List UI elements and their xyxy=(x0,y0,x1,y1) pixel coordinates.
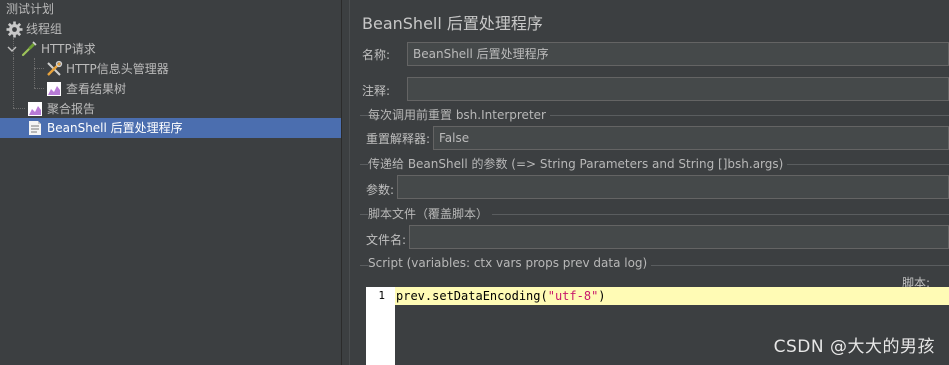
comment-label: 注释: xyxy=(362,84,391,98)
reset-interpreter-group-title: 每次调用前重置 bsh.Interpreter xyxy=(368,106,550,123)
code-text: ) xyxy=(598,289,606,303)
tree-item-header-manager[interactable]: HTTP信息头管理器 xyxy=(0,59,341,79)
tree-item-label: HTTP信息头管理器 xyxy=(66,62,169,76)
name-field[interactable]: BeanShell 后置处理程序 xyxy=(407,42,949,66)
comment-field[interactable] xyxy=(407,77,949,101)
tree-item-label: 线程组 xyxy=(26,22,63,36)
filename-field[interactable] xyxy=(409,225,949,249)
line-number-gutter: 1 xyxy=(366,287,395,365)
script-file-group-title: 脚本文件（覆盖脚本） xyxy=(368,205,493,222)
script-icon xyxy=(26,119,44,137)
header-manager-icon xyxy=(45,60,63,78)
tree-item-label: 测试计划 xyxy=(6,2,55,16)
script-code-line[interactable]: prev.setDataEncoding("utf-8") xyxy=(395,287,949,305)
tree-item-view-results-tree[interactable]: 查看结果树 xyxy=(0,79,341,99)
beanshell-postprocessor-panel: BeanShell 后置处理程序 名称: BeanShell 后置处理程序 注释… xyxy=(350,0,949,365)
parameters-group-title: 传递给 BeanShell 的参数 (=> String Parameters … xyxy=(368,155,788,172)
tree-item-label: 聚合报告 xyxy=(47,102,96,116)
split-pane-divider[interactable] xyxy=(341,0,350,365)
watermark: CSDN @大大的男孩 xyxy=(773,337,935,357)
tree-item-label: HTTP请求 xyxy=(41,42,96,56)
tree-item-http-request[interactable]: HTTP请求 xyxy=(0,39,341,59)
script-group-title: Script (variables: ctx vars props prev d… xyxy=(368,256,652,270)
http-request-icon xyxy=(20,40,38,58)
parameters-label: 参数: xyxy=(366,183,395,197)
panel-title: BeanShell 后置处理程序 xyxy=(362,14,543,33)
tree-item-test-plan[interactable]: 测试计划 xyxy=(0,0,341,19)
name-label: 名称: xyxy=(362,48,391,62)
chevron-down-icon[interactable] xyxy=(6,40,18,58)
reset-interpreter-select[interactable]: False xyxy=(433,126,949,150)
tree-item-beanshell-postprocessor[interactable]: BeanShell 后置处理程序 xyxy=(0,118,341,138)
gear-icon xyxy=(5,20,23,38)
reset-interpreter-label: 重置解释器: xyxy=(366,132,431,146)
tree-item-label: 查看结果树 xyxy=(66,82,127,96)
chart-icon xyxy=(45,80,63,98)
tree-item-aggregate-report[interactable]: 聚合报告 xyxy=(0,99,341,119)
tree-item-label: BeanShell 后置处理程序 xyxy=(47,121,183,135)
chart-icon xyxy=(26,100,44,118)
code-string: "utf-8" xyxy=(547,289,599,303)
code-text: prev.setDataEncoding( xyxy=(396,289,548,303)
test-plan-tree[interactable]: 测试计划 线程组 HTTP请求 HTTP信息头管理器 查看结果树 聚合报告 Be… xyxy=(0,0,341,365)
filename-label: 文件名: xyxy=(366,233,407,247)
tree-item-thread-group[interactable]: 线程组 xyxy=(0,19,341,39)
parameters-field[interactable] xyxy=(397,175,949,199)
line-number: 1 xyxy=(378,289,385,302)
